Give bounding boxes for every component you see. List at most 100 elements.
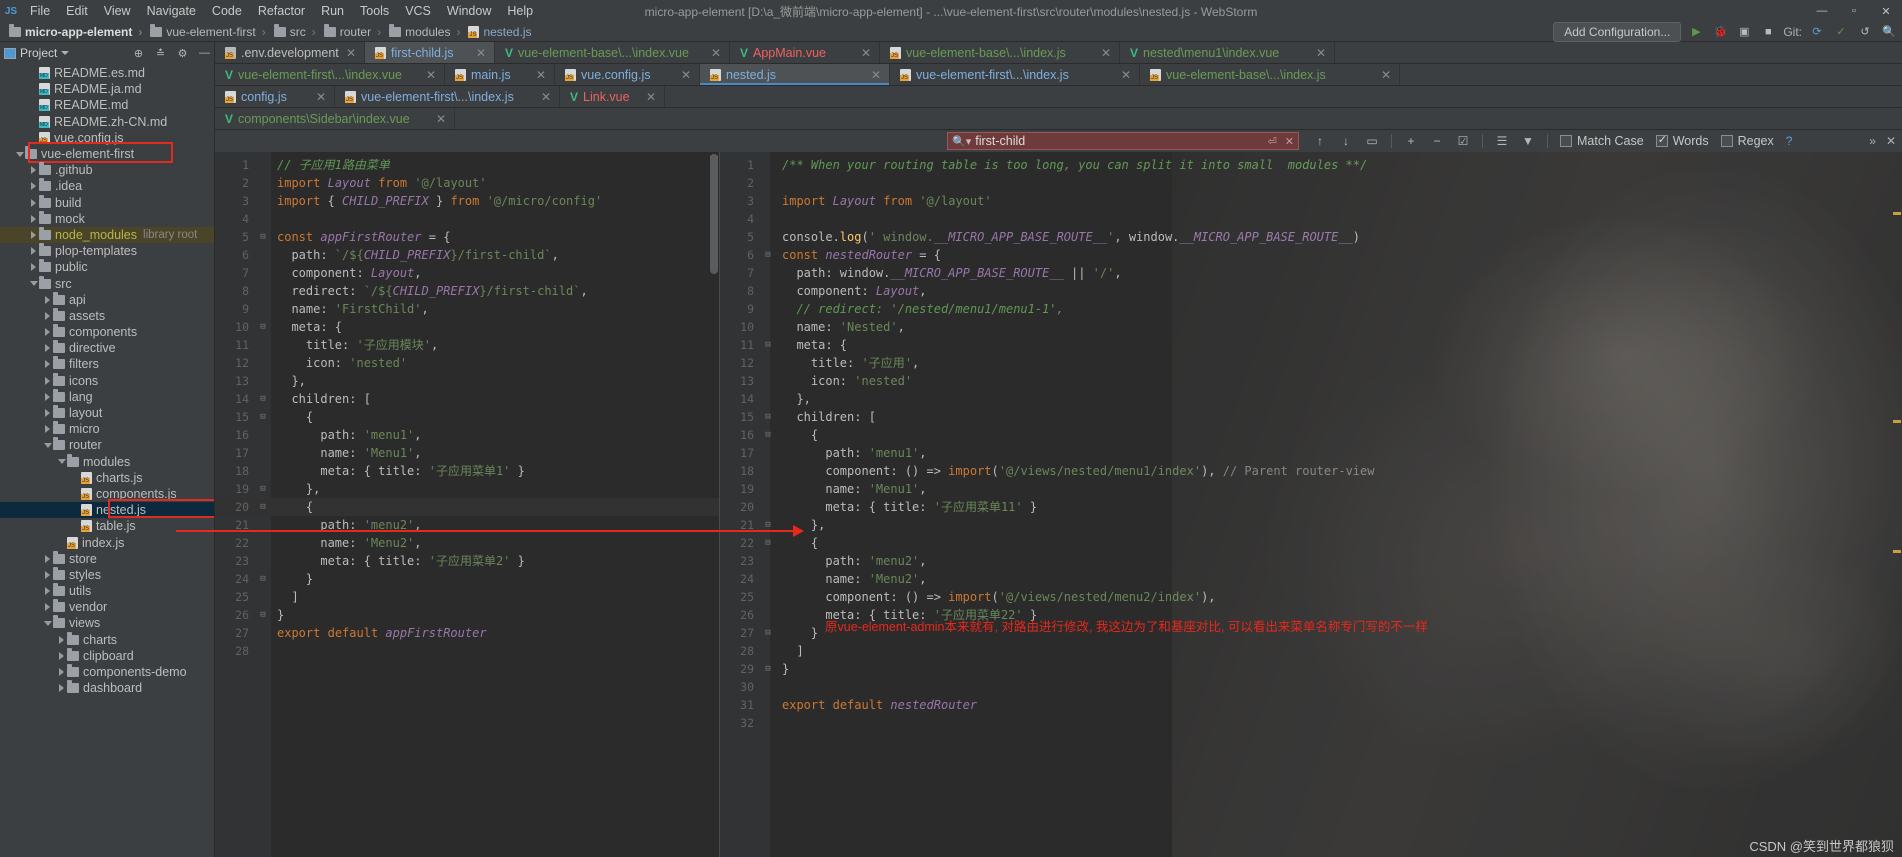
tree-item-readme-ja-md[interactable]: README.ja.md	[0, 81, 214, 97]
tree-item-public[interactable]: public	[0, 259, 214, 275]
add-configuration-button[interactable]: Add Configuration...	[1553, 21, 1682, 42]
tree-item-charts-js[interactable]: charts.js	[0, 470, 214, 486]
window-controls[interactable]: — ▫ ✕	[1806, 0, 1902, 22]
tree-item-directive[interactable]: directive	[0, 340, 214, 356]
tree-item-utils[interactable]: utils	[0, 583, 214, 599]
breadcrumb-item-router[interactable]: router ›	[321, 23, 386, 39]
editor-pane-left[interactable]: 1 // 子应用1路由菜单 2 import Layout from '@/layou…	[215, 152, 720, 857]
locate-file-icon[interactable]: ⊕	[132, 47, 145, 60]
tree-item-dashboard[interactable]: dashboard	[0, 680, 214, 696]
collapse-all-icon[interactable]: ≛	[154, 47, 167, 60]
tree-item-nested-js[interactable]: nested.js	[0, 502, 214, 519]
chevron-right-icon[interactable]	[42, 392, 53, 401]
chevron-right-icon[interactable]	[42, 425, 53, 434]
editor-tab-rows[interactable]: .env.development✕first-child.js✕Vvue-ele…	[215, 42, 1902, 130]
tree-item-table-js[interactable]: table.js	[0, 518, 214, 534]
code-fold-icon[interactable]: ⊟	[760, 660, 776, 678]
breadcrumb-item-src[interactable]: src ›	[271, 23, 321, 39]
search-history-icon[interactable]: ⏎	[1268, 135, 1277, 148]
find-input[interactable]: 🔍▾ first-child ⏎ ✕	[947, 132, 1299, 150]
editor-pane-right[interactable]: 1 /** When your routing table is too long…	[720, 152, 1902, 857]
chevron-right-icon[interactable]	[42, 587, 53, 596]
editor-tab-appmain-vue[interactable]: V AppMain.vue ✕	[730, 42, 880, 63]
close-tab-icon[interactable]: ✕	[476, 46, 486, 60]
select-all-icon[interactable]: ▭	[1365, 134, 1379, 148]
tree-item-mock[interactable]: mock	[0, 210, 214, 227]
close-find-bar-icon[interactable]: ✕	[1886, 134, 1896, 148]
minimize-button[interactable]: —	[1806, 0, 1838, 22]
tree-item-components-demo[interactable]: components-demo	[0, 664, 214, 680]
tree-item-readme-zh-cn-md[interactable]: README.zh-CN.md	[0, 114, 214, 130]
chevron-right-icon[interactable]	[42, 554, 53, 563]
filter-icon[interactable]: ▼	[1521, 134, 1535, 148]
chevron-down-icon[interactable]	[14, 151, 25, 157]
chevron-right-icon[interactable]	[56, 668, 67, 677]
remove-selection-icon[interactable]: −	[1430, 134, 1444, 148]
chevron-right-icon[interactable]	[28, 182, 39, 191]
tree-item-clipboard[interactable]: clipboard	[0, 647, 214, 664]
stop-icon[interactable]: ■	[1759, 24, 1777, 40]
tree-item-store[interactable]: store	[0, 550, 214, 567]
code-fold-icon[interactable]: ⊟	[255, 318, 271, 336]
hide-panel-icon[interactable]: —	[198, 47, 211, 60]
tree-item-node-modules[interactable]: node_modules library root	[0, 226, 214, 244]
close-button[interactable]: ✕	[1870, 0, 1902, 22]
chevron-right-icon[interactable]	[56, 651, 67, 660]
close-tab-icon[interactable]: ✕	[646, 90, 656, 104]
chevron-right-icon[interactable]	[42, 376, 53, 385]
tree-item-router[interactable]: router	[0, 437, 214, 453]
chevron-down-icon[interactable]	[42, 620, 53, 626]
maximize-button[interactable]: ▫	[1838, 0, 1870, 22]
tree-item-build[interactable]: build	[0, 194, 214, 211]
menu-bar[interactable]: File Edit View Navigate Code Refactor Ru…	[22, 2, 541, 20]
close-tab-icon[interactable]: ✕	[1316, 46, 1326, 60]
editor-scrollbar-right[interactable]	[1891, 152, 1902, 857]
close-tab-icon[interactable]: ✕	[316, 90, 326, 104]
chevron-down-icon[interactable]	[42, 442, 53, 448]
breadcrumb-item-nested-js[interactable]: nested.js	[465, 25, 534, 39]
breadcrumb-item-vue-element-first[interactable]: vue-element-first ›	[147, 23, 270, 39]
menu-edit[interactable]: Edit	[58, 2, 96, 20]
chevron-right-icon[interactable]	[28, 198, 39, 207]
menu-window[interactable]: Window	[439, 2, 499, 20]
editor-tab-vue-element-base-----index-js[interactable]: vue-element-base\...\index.js ✕	[1140, 64, 1400, 85]
editor-tab-vue-element-base-----index-js[interactable]: vue-element-base\...\index.js ✕	[880, 42, 1120, 63]
code-fold-icon[interactable]: ⊟	[760, 624, 776, 642]
close-tab-icon[interactable]: ✕	[1381, 68, 1391, 82]
editor-tab--env-development[interactable]: .env.development ✕	[215, 42, 365, 63]
tree-item-layout[interactable]: layout	[0, 405, 214, 421]
menu-navigate[interactable]: Navigate	[139, 2, 204, 20]
tree-item-micro[interactable]: micro	[0, 421, 214, 437]
chevron-right-icon[interactable]	[42, 344, 53, 353]
close-tab-icon[interactable]: ✕	[861, 46, 871, 60]
editor-tab-link-vue[interactable]: V Link.vue ✕	[560, 86, 665, 107]
chevron-right-icon[interactable]	[56, 635, 67, 644]
find-input-actions[interactable]: ⏎ ✕	[1268, 135, 1294, 148]
close-tab-icon[interactable]: ✕	[711, 46, 721, 60]
menu-run[interactable]: Run	[313, 2, 352, 20]
project-tree[interactable]: README.es.mdREADME.ja.mdREADME.mdREADME.…	[0, 64, 214, 857]
tree-item-vendor[interactable]: vendor	[0, 599, 214, 615]
editor-tab-vue-element-first-----index-js[interactable]: vue-element-first\...\index.js ✕	[890, 64, 1140, 85]
close-tab-icon[interactable]: ✕	[1101, 46, 1111, 60]
tree-item-readme-md[interactable]: README.md	[0, 97, 214, 113]
tree-item-lang[interactable]: lang	[0, 388, 214, 405]
chevron-down-icon[interactable]	[56, 459, 67, 465]
gear-icon[interactable]: ⚙	[176, 47, 189, 60]
code-fold-icon[interactable]: ⊟	[255, 408, 271, 426]
close-tab-icon[interactable]: ✕	[1121, 68, 1131, 82]
chevron-right-icon[interactable]	[42, 295, 53, 304]
chevron-right-icon[interactable]	[42, 311, 53, 320]
code-fold-icon[interactable]: ⊟	[255, 480, 271, 498]
project-panel-title[interactable]: Project	[4, 46, 70, 60]
chevron-right-icon[interactable]	[28, 263, 39, 272]
close-tab-icon[interactable]: ✕	[536, 68, 546, 82]
code-fold-icon[interactable]: ⊟	[255, 570, 271, 588]
editor-tab-nested-menu1-index-vue[interactable]: Vnested\menu1\index.vue ✕	[1120, 42, 1335, 63]
code-fold-icon[interactable]: ⊟	[255, 498, 271, 516]
code-fold-icon[interactable]: ⊟	[760, 534, 776, 552]
words-checkbox[interactable]: Words	[1655, 133, 1709, 148]
run-icon[interactable]: ▶	[1687, 24, 1705, 40]
debug-icon[interactable]: 🐞	[1711, 24, 1729, 40]
code-fold-icon[interactable]: ⊟	[255, 228, 271, 246]
